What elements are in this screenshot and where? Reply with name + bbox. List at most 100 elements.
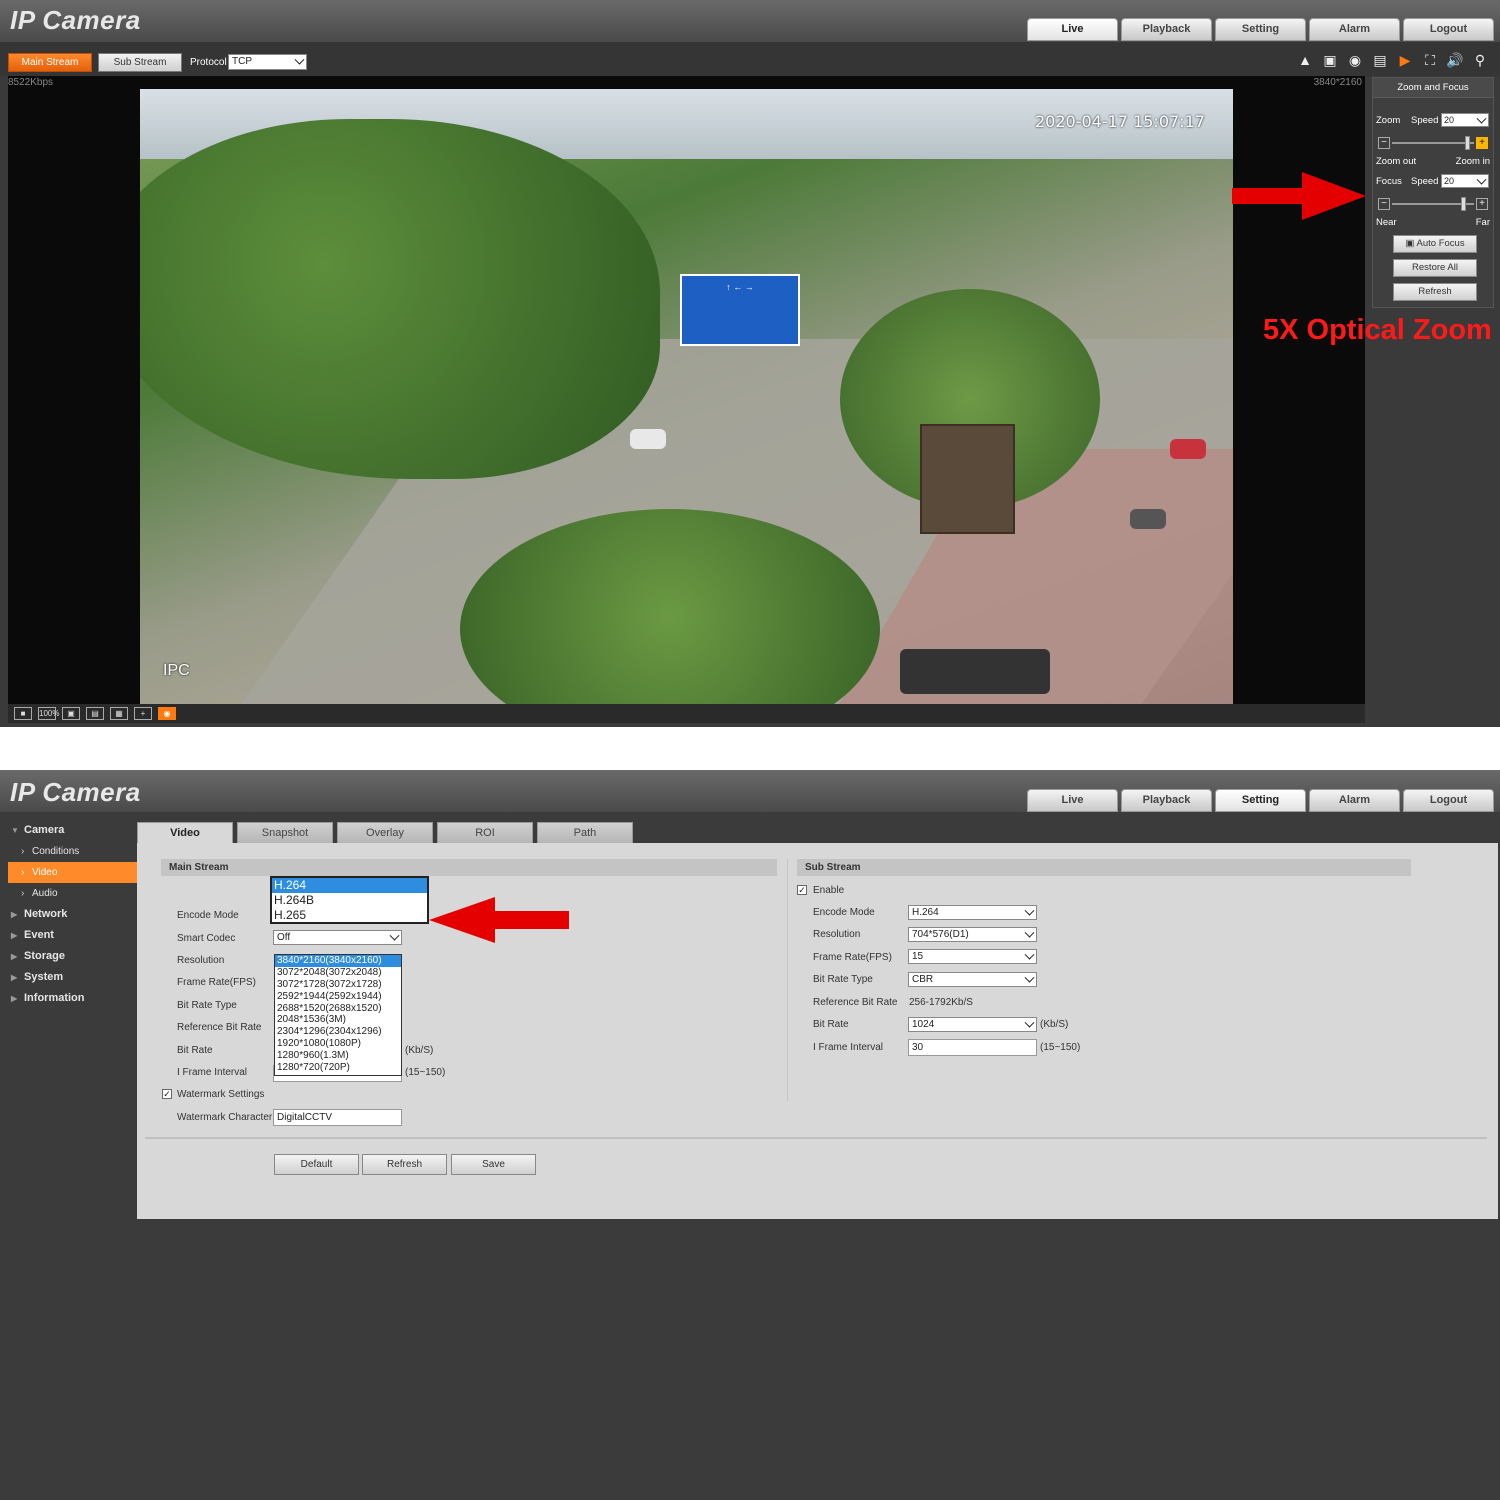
- watermark-character-input[interactable]: DigitalCCTV: [273, 1109, 402, 1126]
- record-icon[interactable]: ▶: [1395, 52, 1415, 69]
- zoom-out-icon[interactable]: −: [1378, 137, 1390, 149]
- protocol-value: TCP: [232, 56, 252, 67]
- picture-adjust-icon[interactable]: ■: [14, 707, 32, 720]
- resolution-option[interactable]: 2688*1520(2688x1520): [275, 1003, 401, 1015]
- fullscreen-icon[interactable]: ⛶: [1420, 52, 1440, 69]
- focus-thumb[interactable]: [1461, 197, 1466, 211]
- nav-alarm[interactable]: Alarm: [1309, 789, 1400, 812]
- refresh-zoom-button[interactable]: Refresh: [1393, 283, 1477, 301]
- sub-i-frame-interval-range: (15~150): [1040, 1042, 1081, 1053]
- resolution-option[interactable]: 3072*1728(3072x1728): [275, 979, 401, 991]
- restore-all-button[interactable]: Restore All: [1393, 259, 1477, 277]
- sub-encode-mode-select[interactable]: H.264: [908, 905, 1037, 920]
- chevron-down-icon: [294, 54, 305, 65]
- i-frame-interval-range: (15~150): [405, 1067, 446, 1078]
- sub-frame-rate-select[interactable]: 15: [908, 949, 1037, 964]
- smart-codec-select[interactable]: Off: [273, 930, 402, 945]
- resolution-option[interactable]: 1920*1080(1080P): [275, 1038, 401, 1050]
- sidebar-item-network[interactable]: ▶ Network: [0, 904, 137, 925]
- encode-option[interactable]: H.264B: [272, 893, 427, 908]
- tab-video[interactable]: Video: [137, 822, 233, 843]
- fluency-icon[interactable]: ▦: [110, 707, 128, 720]
- sidebar-item-storage[interactable]: ▶ Storage: [0, 946, 137, 967]
- microphone-icon[interactable]: ⚲: [1470, 52, 1490, 69]
- nav-setting[interactable]: Setting: [1215, 18, 1306, 41]
- sidebar-item-information[interactable]: ▶ Information: [0, 988, 137, 1009]
- zoom-thumb[interactable]: [1465, 136, 1470, 150]
- camera-control-icon[interactable]: ▲: [1295, 52, 1315, 69]
- save-button[interactable]: Save: [451, 1154, 536, 1175]
- protocol-select[interactable]: TCP: [228, 54, 307, 70]
- settings-sidebar: ▼ Camera › Conditions › Video › Audio ▶ Netwo…: [0, 820, 137, 1009]
- wide-ratio-icon[interactable]: ▤: [86, 707, 104, 720]
- snapshot-icon[interactable]: ◉: [1345, 52, 1365, 69]
- sidebar-item-video[interactable]: › Video: [8, 862, 137, 883]
- nav-live[interactable]: Live: [1027, 18, 1118, 41]
- live-video-feed[interactable]: ↑ ← → 2020-04-17 15:07:17 IPC: [140, 89, 1233, 704]
- nav-playback[interactable]: Playback: [1121, 789, 1212, 812]
- enable-checkbox[interactable]: ✓: [797, 885, 807, 895]
- encode-option[interactable]: H.265: [272, 908, 427, 923]
- tab-path[interactable]: Path: [537, 822, 633, 843]
- sidebar-item-system[interactable]: ▶ System: [0, 967, 137, 988]
- sidebar-item-camera[interactable]: ▼ Camera: [0, 820, 137, 841]
- sidebar-item-audio[interactable]: › Audio: [0, 883, 137, 904]
- focus-near-icon[interactable]: −: [1378, 198, 1390, 210]
- nav-logout[interactable]: Logout: [1403, 18, 1494, 41]
- nav-live[interactable]: Live: [1027, 789, 1118, 812]
- tab-roi[interactable]: ROI: [437, 822, 533, 843]
- main-stream-button[interactable]: Main Stream: [8, 53, 92, 72]
- encode-option[interactable]: H.264: [272, 878, 427, 893]
- encode-mode-dropdown[interactable]: H.264 H.264B H.265: [270, 876, 429, 924]
- nav-playback[interactable]: Playback: [1121, 18, 1212, 41]
- region-zoom-icon[interactable]: ▣: [1320, 52, 1340, 69]
- tab-overlay[interactable]: Overlay: [337, 822, 433, 843]
- auto-focus-button[interactable]: ▣ Auto Focus: [1393, 235, 1477, 253]
- focus-speed-select[interactable]: 20: [1441, 174, 1489, 188]
- sub-i-frame-interval-input[interactable]: 30: [908, 1039, 1037, 1056]
- video-subtabs: Video Snapshot Overlay ROI Path: [137, 822, 633, 843]
- watermark-checkbox[interactable]: ✓: [162, 1089, 172, 1099]
- resolution-option[interactable]: 2048*1536(3M): [275, 1014, 401, 1026]
- speaker-icon[interactable]: 🔊: [1445, 52, 1465, 69]
- zoom-in-icon[interactable]: +: [1476, 137, 1488, 149]
- default-button[interactable]: Default: [274, 1154, 359, 1175]
- resolution-option[interactable]: 2592*1944(2592x1944): [275, 991, 401, 1003]
- sidebar-item-event[interactable]: ▶ Event: [0, 925, 137, 946]
- original-size-button[interactable]: 100%: [38, 707, 59, 720]
- zoom-label: Zoom: [1376, 115, 1401, 126]
- fit-window-icon[interactable]: ▣: [62, 707, 80, 720]
- resolution-option[interactable]: 3840*2160(3840x2160): [275, 955, 401, 967]
- nav-setting[interactable]: Setting: [1215, 789, 1306, 812]
- promo-caption: 5X Optical Zoom: [1263, 314, 1492, 346]
- resolution-option[interactable]: 1280*720(720P): [275, 1062, 401, 1074]
- zoom-speed-select[interactable]: 20: [1441, 113, 1489, 127]
- refresh-button[interactable]: Refresh: [362, 1154, 447, 1175]
- sub-resolution-select[interactable]: 704*576(D1): [908, 927, 1037, 942]
- resolution-option[interactable]: 1280*960(1.3M): [275, 1050, 401, 1062]
- tab-snapshot[interactable]: Snapshot: [237, 822, 333, 843]
- zoom-slider[interactable]: − +: [1378, 136, 1488, 150]
- sidebar-item-conditions[interactable]: › Conditions: [0, 841, 137, 862]
- caret-right-icon: ▶: [11, 910, 18, 919]
- far-label: Far: [1475, 217, 1490, 228]
- resolution-dropdown[interactable]: 3840*2160(3840x2160) 3072*2048(3072x2048…: [274, 954, 402, 1076]
- near-label: Near: [1376, 217, 1397, 228]
- sub-bit-rate-select[interactable]: 1024: [908, 1017, 1037, 1032]
- red-arrow-right-icon: [1232, 172, 1366, 220]
- chevron-down-icon: [1024, 905, 1035, 916]
- zoom-focus-icon[interactable]: ◉: [158, 707, 176, 720]
- rule-icon[interactable]: +: [134, 707, 152, 720]
- nav-logout[interactable]: Logout: [1403, 789, 1494, 812]
- sidebar-item-label: Camera: [24, 824, 65, 836]
- sub-bit-rate-type-select[interactable]: CBR: [908, 972, 1037, 987]
- smart-codec-value: Off: [277, 932, 291, 943]
- resolution-option[interactable]: 2304*1296(2304x1296): [275, 1026, 401, 1038]
- nav-alarm[interactable]: Alarm: [1309, 18, 1400, 41]
- sub-reference-bit-rate-label: Reference Bit Rate: [813, 997, 898, 1008]
- triple-snapshot-icon[interactable]: ▤: [1370, 52, 1390, 69]
- resolution-option[interactable]: 3072*2048(3072x2048): [275, 967, 401, 979]
- sub-stream-button[interactable]: Sub Stream: [98, 53, 182, 72]
- focus-far-icon[interactable]: +: [1476, 198, 1488, 210]
- focus-slider[interactable]: − +: [1378, 197, 1488, 211]
